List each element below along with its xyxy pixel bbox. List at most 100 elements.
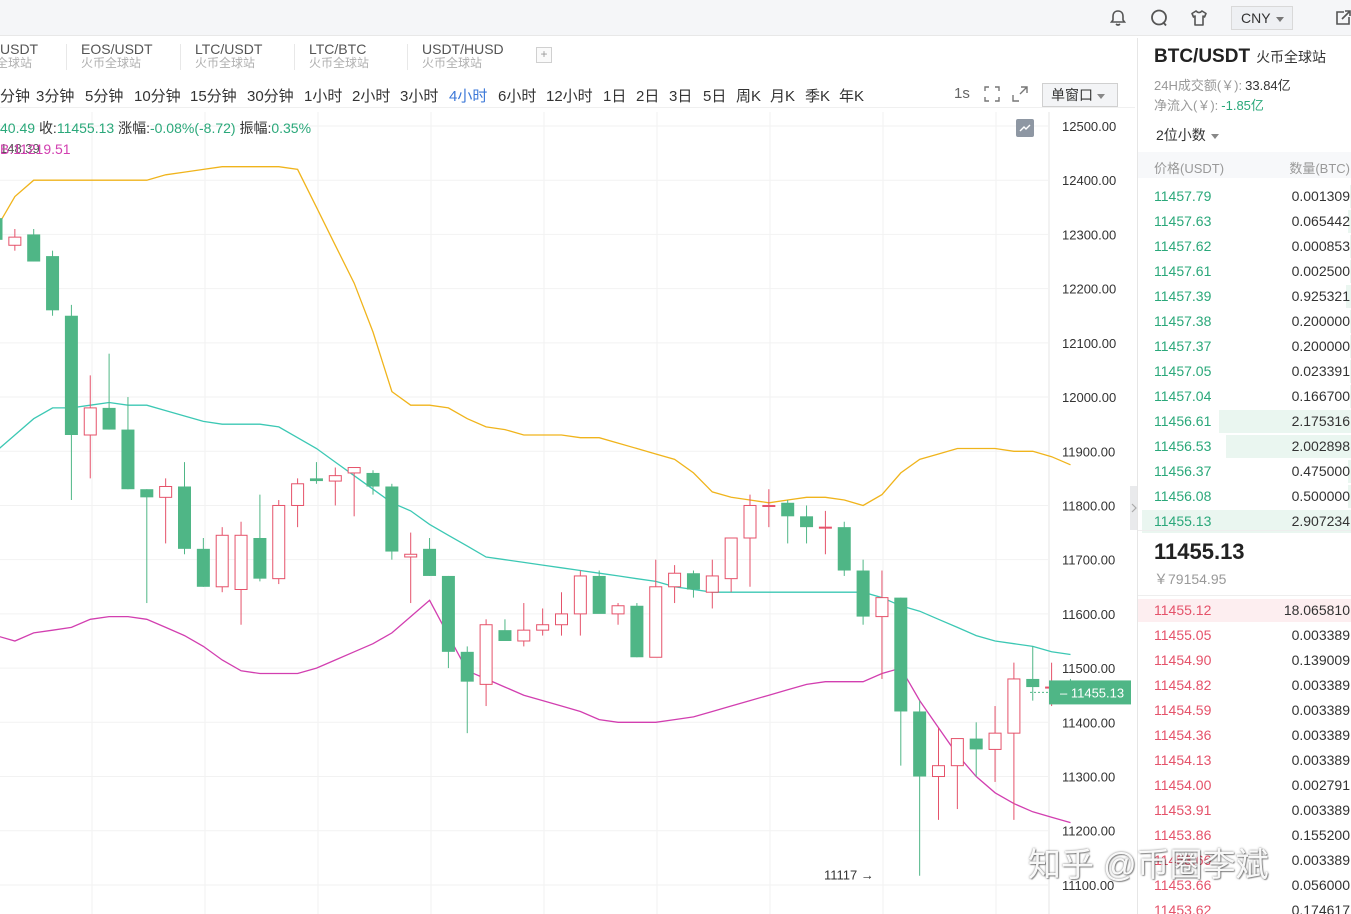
interval-option[interactable]: 1日 bbox=[603, 85, 626, 106]
interval-option[interactable]: 月K bbox=[770, 85, 795, 106]
ask-row[interactable]: 11457.39 0.925321 bbox=[1138, 284, 1351, 309]
interval-option[interactable]: 5日 bbox=[703, 85, 726, 106]
candle-body bbox=[611, 605, 625, 615]
popout-icon[interactable] bbox=[1012, 86, 1028, 102]
ohlc-legend: 40.49 收:11455.13 涨幅:-0.08%(-8.72) 振幅:0.3… bbox=[0, 118, 311, 138]
interval-option[interactable]: 30分钟 bbox=[247, 85, 294, 106]
ask-row[interactable]: 11456.08 0.500000 bbox=[1138, 484, 1351, 509]
ask-row[interactable]: 11457.62 0.000853 bbox=[1138, 234, 1351, 259]
ask-row[interactable]: 11457.04 0.166700 bbox=[1138, 384, 1351, 409]
tab-venue: 火币全球站 bbox=[422, 56, 483, 70]
order-price: 11456.08 bbox=[1154, 488, 1212, 504]
order-price: 11457.37 bbox=[1154, 338, 1212, 354]
bid-row[interactable]: 11455.05 0.003389 bbox=[1138, 623, 1351, 648]
tab-ltc-btc[interactable]: LTC/BTC 火币全球站 bbox=[309, 41, 369, 70]
order-qty: 0.000853 bbox=[1291, 238, 1350, 254]
candle-body bbox=[64, 315, 78, 435]
ask-row[interactable]: 11457.05 0.023391 bbox=[1138, 359, 1351, 384]
order-qty: 0.139009 bbox=[1291, 652, 1350, 668]
change-label: 涨幅: bbox=[118, 120, 150, 136]
shirt-icon[interactable] bbox=[1189, 8, 1209, 28]
y-tick-label: 12200.00 bbox=[1062, 282, 1116, 297]
candlestick-chart[interactable]: 12500.00 12400.00 12300.00 12200.00 12100.00… bbox=[0, 112, 1135, 914]
interval-option[interactable]: 5分钟 bbox=[85, 85, 123, 106]
bid-row[interactable]: 11453.91 0.003389 bbox=[1138, 798, 1351, 823]
interval-option[interactable]: 15分钟 bbox=[190, 85, 237, 106]
ask-row[interactable]: 11457.79 0.001309 bbox=[1138, 184, 1351, 209]
bid-row[interactable]: 11454.00 0.002791 bbox=[1138, 773, 1351, 798]
bid-row[interactable]: 11454.13 0.003389 bbox=[1138, 748, 1351, 773]
tab-ltc-usdt[interactable]: LTC/USDT 火币全球站 bbox=[195, 41, 262, 70]
interval-option[interactable]: 季K bbox=[805, 85, 830, 106]
interval-option[interactable]: 6小时 bbox=[498, 85, 536, 106]
candle-body bbox=[875, 597, 889, 618]
interval-option[interactable]: 10分钟 bbox=[134, 85, 181, 106]
bid-row[interactable]: 11454.36 0.003389 bbox=[1138, 723, 1351, 748]
interval-option[interactable]: 3小时 bbox=[400, 85, 438, 106]
interval-option[interactable]: 12小时 bbox=[546, 85, 593, 106]
interval-option[interactable]: 周K bbox=[736, 85, 761, 106]
candle-body bbox=[837, 527, 851, 571]
order-price: 11455.05 bbox=[1154, 627, 1212, 643]
bid-row[interactable]: 11454.90 0.139009 bbox=[1138, 648, 1351, 673]
candle-body bbox=[423, 548, 437, 576]
tab-eos-usdt[interactable]: EOS/USDT 火币全球站 bbox=[81, 41, 153, 70]
currency-select[interactable]: CNY bbox=[1231, 6, 1293, 30]
candle-body bbox=[215, 534, 229, 588]
bid-row[interactable]: 11453.62 0.174617 bbox=[1138, 898, 1351, 914]
candle-body bbox=[818, 526, 832, 529]
ask-row[interactable]: 11457.61 0.002500 bbox=[1138, 259, 1351, 284]
order-price: 11454.82 bbox=[1154, 677, 1212, 693]
interval-option[interactable]: 2小时 bbox=[352, 85, 390, 106]
interval-option[interactable]: 3分钟 bbox=[36, 85, 74, 106]
bid-row[interactable]: 11454.59 0.003389 bbox=[1138, 698, 1351, 723]
interval-option[interactable]: 1小时 bbox=[304, 85, 342, 106]
order-qty: 0.003389 bbox=[1291, 852, 1350, 868]
fullscreen-icon[interactable] bbox=[984, 86, 1000, 102]
boll-lower-line bbox=[0, 599, 1071, 824]
interval-option[interactable]: 3日 bbox=[669, 85, 692, 106]
order-price: 11454.59 bbox=[1154, 702, 1212, 718]
ask-row[interactable]: 11457.37 0.200000 bbox=[1138, 334, 1351, 359]
order-qty: 0.200000 bbox=[1291, 313, 1350, 329]
y-tick-label: 12100.00 bbox=[1062, 336, 1116, 351]
ask-row[interactable]: 11457.63 0.065442 bbox=[1138, 209, 1351, 234]
pair-tabs: USDT火币全球站 EOS/USDT火币全球站 LTC/USDT火币全球站 LT… bbox=[0, 38, 1135, 74]
y-tick-label: 11500.00 bbox=[1062, 661, 1115, 676]
ask-row[interactable]: 11456.37 0.475000 bbox=[1138, 459, 1351, 484]
price-column-header: 价格(USDT) bbox=[1154, 161, 1225, 176]
candle-body bbox=[969, 738, 983, 750]
speed-toggle[interactable]: 1s bbox=[954, 85, 970, 102]
bell-icon[interactable] bbox=[1108, 8, 1128, 28]
bid-row[interactable]: 11455.12 18.065810 bbox=[1138, 598, 1351, 623]
interval-option[interactable]: 4小时 bbox=[449, 85, 487, 106]
screenshot-icon[interactable] bbox=[1016, 119, 1034, 137]
ask-row[interactable]: 11456.53 2.002898 bbox=[1138, 434, 1351, 459]
order-qty: 2.002898 bbox=[1291, 438, 1350, 454]
window-mode-select[interactable]: 单窗口 bbox=[1042, 83, 1118, 107]
add-tab-button[interactable]: + bbox=[536, 47, 552, 63]
interval-option[interactable]: 分钟 bbox=[0, 85, 30, 106]
order-price: 11454.00 bbox=[1154, 777, 1212, 793]
tab-usdt[interactable]: USDT火币全球站 bbox=[0, 41, 38, 70]
qty-column-header: 数量(BTC) bbox=[1289, 161, 1350, 176]
ask-row[interactable]: 11457.38 0.200000 bbox=[1138, 309, 1351, 334]
interval-option[interactable]: 年K bbox=[839, 85, 864, 106]
chat-icon[interactable] bbox=[1149, 8, 1169, 28]
candle-body bbox=[1026, 678, 1040, 688]
candle-body bbox=[159, 485, 173, 498]
ask-row[interactable]: 11456.61 2.175316 bbox=[1138, 409, 1351, 434]
order-qty: 0.002791 bbox=[1291, 777, 1350, 793]
last-price: 11455.13 bbox=[1154, 539, 1245, 564]
candle-body bbox=[328, 475, 342, 482]
volume-label: 24H成交额(￥): bbox=[1154, 78, 1243, 93]
interval-option[interactable]: 2日 bbox=[636, 85, 659, 106]
candle-body bbox=[536, 624, 550, 631]
export-icon[interactable] bbox=[1333, 8, 1351, 28]
bid-row[interactable]: 11454.82 0.003389 bbox=[1138, 673, 1351, 698]
candle-body bbox=[291, 483, 305, 506]
tab-divider bbox=[180, 44, 181, 70]
candle-body bbox=[950, 738, 964, 767]
precision-select[interactable]: 2位小数 bbox=[1156, 125, 1219, 145]
tab-usdt-husd[interactable]: USDT/HUSD 火币全球站 bbox=[422, 41, 504, 70]
